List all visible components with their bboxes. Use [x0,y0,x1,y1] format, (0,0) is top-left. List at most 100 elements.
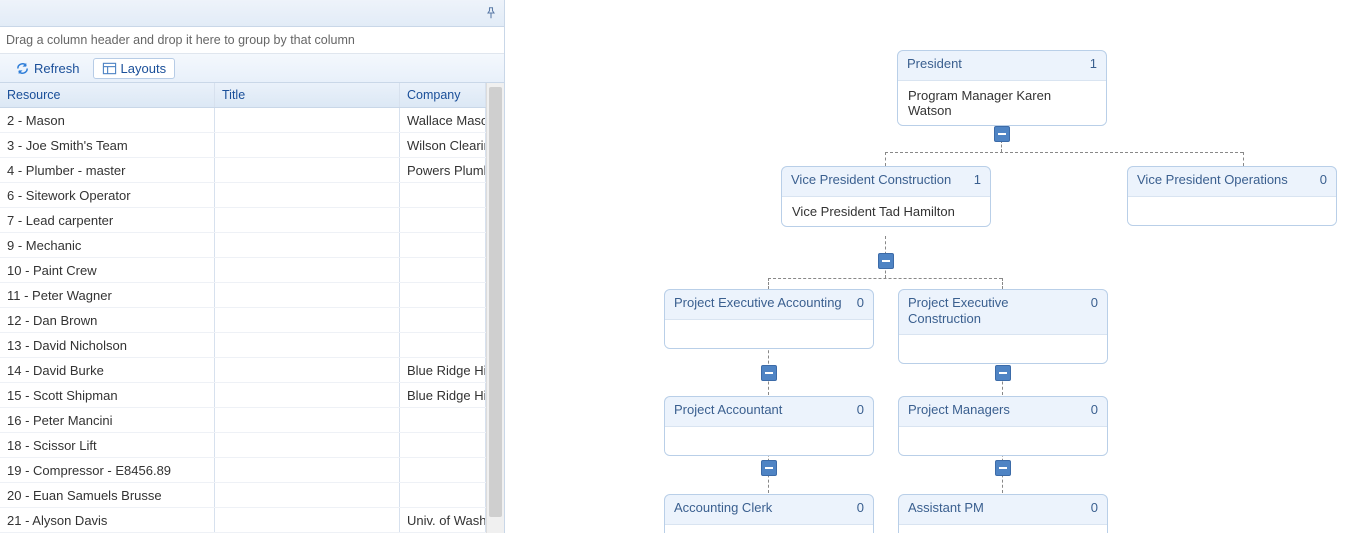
org-node-vp-operations[interactable]: Vice President Operations0 [1127,166,1337,226]
collapse-toggle[interactable] [761,460,777,476]
cell-title [215,383,400,407]
cell-title [215,483,400,507]
connector [768,278,1002,279]
pin-icon[interactable] [484,6,498,20]
cell-company [400,333,486,357]
cell-resource: 11 - Peter Wagner [0,283,215,307]
collapse-toggle[interactable] [995,365,1011,381]
org-node-pe-construction[interactable]: Project Executive Construction0 [898,289,1108,364]
table-row[interactable]: 4 - Plumber - master Powers Plumbing, In [0,158,486,183]
table-row[interactable]: 6 - Sitework Operator [0,183,486,208]
cell-title [215,108,400,132]
cell-company [400,183,486,207]
cell-resource: 10 - Paint Crew [0,258,215,282]
collapse-toggle[interactable] [994,126,1010,142]
col-company[interactable]: Company [400,83,486,107]
table-row[interactable]: 19 - Compressor - E8456.89 [0,458,486,483]
cell-company: Powers Plumbing, In [400,158,486,182]
table-row[interactable]: 15 - Scott ShipmanBlue Ridge Highway [0,383,486,408]
cell-company [400,308,486,332]
table-row[interactable]: 10 - Paint Crew [0,258,486,283]
org-node-project-managers[interactable]: Project Managers0 [898,396,1108,456]
cell-title [215,308,400,332]
table-row[interactable]: 9 - Mechanic [0,233,486,258]
layouts-icon [102,61,117,76]
resource-panel: Drag a column header and drop it here to… [0,0,505,533]
table-row[interactable]: 7 - Lead carpenter [0,208,486,233]
table-row[interactable]: 18 - Scissor Lift [0,433,486,458]
layouts-button[interactable]: Layouts [93,58,176,79]
table-row[interactable]: 11 - Peter Wagner [0,283,486,308]
resource-grid[interactable]: Resource Title Company 2 - MasonWallace … [0,83,486,533]
table-row[interactable]: 20 - Euan Samuels Brusse [0,483,486,508]
collapse-toggle[interactable] [995,460,1011,476]
node-title: Project Executive Accounting [674,295,842,311]
node-body: Vice President Tad Hamilton [782,196,990,226]
scrollbar-thumb[interactable] [489,87,502,517]
org-node-accounting-clerk[interactable]: Accounting Clerk0 [664,494,874,533]
group-by-hint[interactable]: Drag a column header and drop it here to… [0,27,504,54]
cell-company: Univ. of Washington [400,508,486,532]
table-row[interactable]: 21 - Alyson DavisUniv. of Washington [0,508,486,533]
node-body [899,426,1107,455]
org-node-pe-accounting[interactable]: Project Executive Accounting 0 [664,289,874,349]
cell-title [215,208,400,232]
col-title[interactable]: Title [215,83,400,107]
cell-resource: 7 - Lead carpenter [0,208,215,232]
node-count: 0 [1083,402,1098,417]
table-row[interactable]: 12 - Dan Brown [0,308,486,333]
cell-resource: 13 - David Nicholson [0,333,215,357]
table-row[interactable]: 3 - Joe Smith's TeamWilson Clearing & D [0,133,486,158]
cell-resource: 3 - Joe Smith's Team [0,133,215,157]
collapse-toggle[interactable] [878,253,894,269]
grid-toolbar: Refresh Layouts [0,54,504,83]
cell-title [215,433,400,457]
org-node-vp-construction[interactable]: Vice President Construction1 Vice Presid… [781,166,991,227]
org-node-assistant-pm[interactable]: Assistant PM 0 [898,494,1108,533]
table-row[interactable]: 14 - David Burke Blue Ridge Highway [0,358,486,383]
cell-resource: 16 - Peter Mancini [0,408,215,432]
cell-title [215,133,400,157]
node-title: Project Accountant [674,402,782,418]
node-body [665,426,873,455]
connector [1243,152,1244,166]
cell-company [400,208,486,232]
col-resource[interactable]: Resource [0,83,215,107]
cell-company [400,433,486,457]
cell-resource: 15 - Scott Shipman [0,383,215,407]
layouts-label: Layouts [121,61,167,76]
cell-company: Wallace Masonry [400,108,486,132]
node-count: 0 [849,295,864,310]
vertical-scrollbar[interactable] [486,83,504,533]
refresh-label: Refresh [34,61,80,76]
table-row[interactable]: 16 - Peter Mancini [0,408,486,433]
cell-company: Blue Ridge Highway [400,358,486,382]
node-title: Assistant PM [908,500,984,516]
connector [1002,278,1003,289]
node-count: 0 [849,500,864,515]
connector [885,152,886,166]
node-title: Vice President Operations [1137,172,1288,188]
refresh-button[interactable]: Refresh [6,58,89,79]
node-title: President [907,56,962,72]
connector [768,278,769,289]
cell-title [215,333,400,357]
node-count: 0 [1083,500,1098,515]
cell-company [400,258,486,282]
table-row[interactable]: 2 - MasonWallace Masonry [0,108,486,133]
node-count: 0 [1083,295,1098,310]
org-node-president[interactable]: President1 Program Manager Karen Watson [897,50,1107,126]
org-node-project-accountant[interactable]: Project Accountant0 [664,396,874,456]
cell-resource: 14 - David Burke [0,358,215,382]
cell-resource: 4 - Plumber - master [0,158,215,182]
node-body: Program Manager Karen Watson [898,80,1106,125]
cell-title [215,358,400,382]
collapse-toggle[interactable] [761,365,777,381]
cell-company [400,283,486,307]
cell-resource: 19 - Compressor - E8456.89 [0,458,215,482]
table-row[interactable]: 13 - David Nicholson [0,333,486,358]
cell-title [215,258,400,282]
cell-title [215,408,400,432]
cell-title [215,183,400,207]
org-chart-canvas[interactable]: President1 Program Manager Karen Watson … [505,0,1371,533]
